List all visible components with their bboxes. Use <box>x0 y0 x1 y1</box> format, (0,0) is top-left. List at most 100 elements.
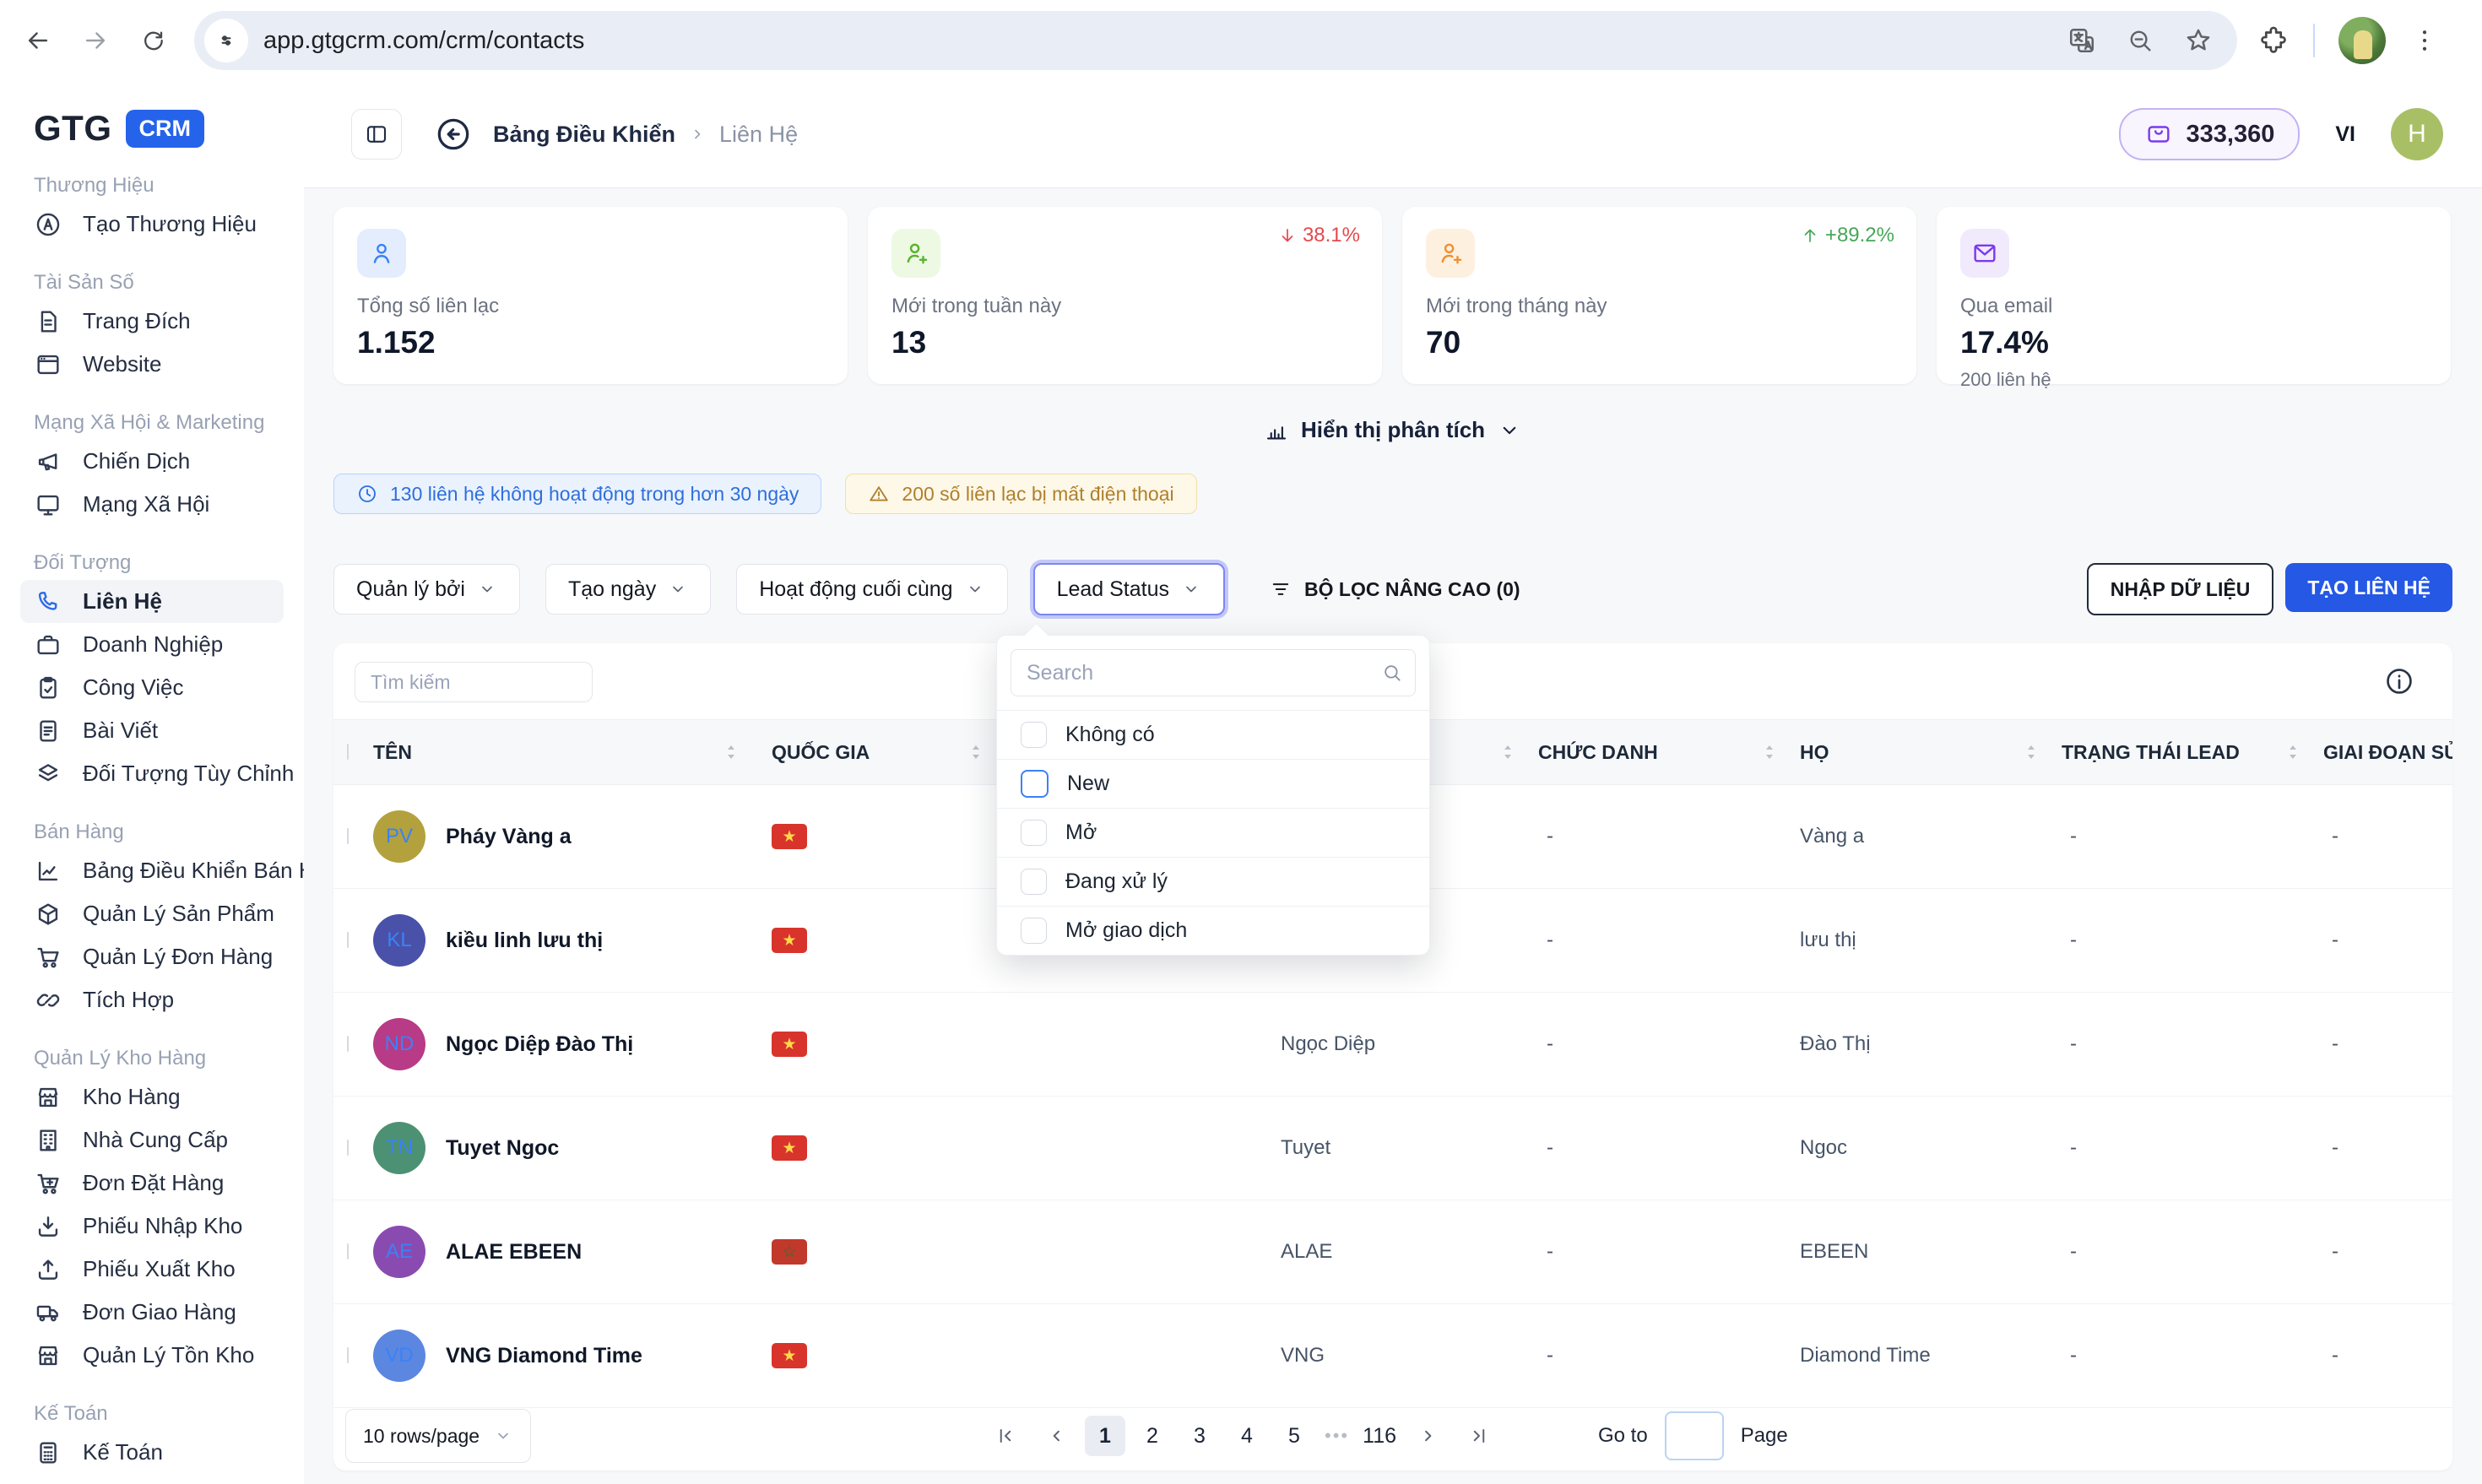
contact-name[interactable]: VNG Diamond Time <box>446 1344 642 1368</box>
filter-lead-status[interactable]: Lead Status <box>1033 563 1225 615</box>
sidebar-item-goods-receipt[interactable]: Phiếu Nhập Kho <box>20 1205 284 1248</box>
sidebar-item-einvoice[interactable]: Hóa Đơn Điện Tử <box>20 1474 284 1484</box>
table-row[interactable]: ND Ngọc Diệp Đào Thị ★ Ngọc Diệp - Đào T… <box>333 993 2452 1097</box>
column-header-country[interactable]: QUỐC GIA <box>761 741 1006 764</box>
sidebar-item-social-network[interactable]: Mạng Xã Hội <box>20 483 284 526</box>
table-row[interactable]: TN Tuyet Ngoc ★ Tuyet - Ngoc - - <box>333 1097 2452 1200</box>
sidebar-item-purchase-orders[interactable]: Đơn Đặt Hàng <box>20 1162 284 1205</box>
create-contact-button[interactable]: TẠO LIÊN HỆ <box>2285 563 2452 612</box>
table-row[interactable]: AE ALAE EBEEN ☆ ALAE - EBEEN - - <box>333 1200 2452 1304</box>
sidebar-item-custom-objects[interactable]: Đối Tượng Tùy Chỉnh <box>20 752 284 795</box>
credits-pill[interactable]: 333,360 <box>2119 108 2300 160</box>
column-header-name[interactable]: TÊN <box>373 741 761 764</box>
url-text[interactable]: app.gtgcrm.com/crm/contacts <box>263 27 2067 55</box>
contact-name[interactable]: Ngọc Diệp Đào Thị <box>446 1032 633 1057</box>
sort-icon[interactable] <box>723 741 740 763</box>
sidebar-item-accounting[interactable]: Kế Toán <box>20 1431 284 1474</box>
column-header-title[interactable]: CHỨC DANH <box>1538 741 1800 764</box>
contact-name[interactable]: Tuyet Ngoc <box>446 1136 559 1161</box>
sidebar-item-create-brand[interactable]: Tạo Thương Hiệu <box>20 203 284 246</box>
sidebar-item-suppliers[interactable]: Nhà Cung Cấp <box>20 1118 284 1162</box>
sidebar-item-inventory[interactable]: Quản Lý Tồn Kho <box>20 1334 284 1377</box>
site-info-icon[interactable] <box>204 19 248 62</box>
sidebar-item-delivery-orders[interactable]: Đơn Giao Hàng <box>20 1291 284 1334</box>
column-header-last-name[interactable]: HỌ <box>1800 741 2062 764</box>
sidebar-item-website[interactable]: Website <box>20 343 284 386</box>
sidebar-item-sales-dashboard[interactable]: Bảng Điều Khiển Bán H... <box>20 849 284 892</box>
sort-icon[interactable] <box>967 741 984 763</box>
bookmark-star-icon[interactable] <box>2183 25 2214 56</box>
missing-phone-alert[interactable]: 200 số liên lạc bị mất điện thoại <box>845 474 1196 514</box>
rows-per-page-select[interactable]: 10 rows/page <box>345 1409 531 1463</box>
filter-last-activity[interactable]: Hoạt động cuối cùng <box>736 564 1007 615</box>
option-checkbox[interactable] <box>1021 722 1047 748</box>
sidebar-item-product-management[interactable]: Quản Lý Sản Phẩm <box>20 892 284 935</box>
import-data-button[interactable]: NHẬP DỮ LIỆU <box>2087 563 2274 615</box>
table-row[interactable]: VD VNG Diamond Time ★ VNG - Diamond Time… <box>333 1304 2452 1408</box>
prev-page-button[interactable] <box>1034 1414 1078 1458</box>
breadcrumb-dashboard[interactable]: Bảng Điều Khiển <box>493 122 675 148</box>
sidebar-item-landing-page[interactable]: Trang Đích <box>20 300 284 343</box>
sort-icon[interactable] <box>1499 741 1516 763</box>
info-icon[interactable] <box>2383 665 2415 697</box>
table-search-input[interactable] <box>369 670 622 695</box>
filter-created-date[interactable]: Tạo ngày <box>545 564 711 615</box>
option-checkbox[interactable] <box>1021 918 1047 944</box>
page-number[interactable]: 2 <box>1132 1416 1173 1456</box>
browser-forward-button[interactable] <box>76 21 115 60</box>
sort-icon[interactable] <box>1761 741 1778 763</box>
row-checkbox[interactable] <box>347 932 349 948</box>
goto-page-input[interactable] <box>1665 1411 1724 1460</box>
row-checkbox[interactable] <box>347 828 349 844</box>
dropdown-option-new[interactable]: New <box>997 759 1429 808</box>
contact-name[interactable]: kiều linh lưu thị <box>446 929 603 953</box>
sidebar-item-warehouse[interactable]: Kho Hàng <box>20 1075 284 1118</box>
browser-menu-icon[interactable] <box>2409 25 2440 56</box>
page-number[interactable]: 4 <box>1227 1416 1267 1456</box>
browser-profile-avatar[interactable] <box>2338 17 2386 64</box>
dropdown-search[interactable] <box>1011 649 1416 696</box>
back-button[interactable] <box>434 115 473 154</box>
browser-back-button[interactable] <box>19 21 57 60</box>
sort-icon[interactable] <box>2284 741 2301 763</box>
last-page-button[interactable] <box>1457 1414 1501 1458</box>
sidebar-item-companies[interactable]: Doanh Nghiệp <box>20 623 284 666</box>
inactive-contacts-alert[interactable]: 130 liên hệ không hoạt động trong hơn 30… <box>333 474 821 514</box>
dropdown-option-processing[interactable]: Đang xử lý <box>997 857 1429 906</box>
next-page-button[interactable] <box>1406 1414 1450 1458</box>
user-avatar[interactable]: H <box>2391 108 2443 160</box>
page-number[interactable]: 1 <box>1085 1416 1125 1456</box>
browser-reload-button[interactable] <box>133 21 172 60</box>
show-analytics-toggle[interactable]: Hiển thị phân tích <box>1264 417 1522 443</box>
option-checkbox[interactable] <box>1021 770 1049 798</box>
sidebar-item-order-management[interactable]: Quản Lý Đơn Hàng <box>20 935 284 978</box>
contact-name[interactable]: ALAE EBEEN <box>446 1240 582 1265</box>
option-checkbox[interactable] <box>1021 820 1047 846</box>
extensions-icon[interactable] <box>2257 24 2290 57</box>
first-page-button[interactable] <box>984 1414 1027 1458</box>
column-header-lead-status[interactable]: TRẠNG THÁI LEAD <box>2062 741 2323 764</box>
select-all-checkbox[interactable] <box>347 744 349 760</box>
row-checkbox[interactable] <box>347 1243 349 1259</box>
zoom-out-icon[interactable] <box>2126 26 2154 55</box>
sort-icon[interactable] <box>2023 741 2040 763</box>
page-number[interactable]: 5 <box>1274 1416 1314 1456</box>
sidebar-item-articles[interactable]: Bài Viết <box>20 709 284 752</box>
advanced-filter-button[interactable]: BỘ LỌC NÂNG CAO (0) <box>1269 577 1520 601</box>
sidebar-item-integrations[interactable]: Tích Hợp <box>20 978 284 1021</box>
column-header-lifecycle[interactable]: GIAI ĐOẠN SỬ DỤNG <box>2323 741 2452 764</box>
dropdown-search-input[interactable] <box>1025 660 1381 686</box>
dropdown-option-none[interactable]: Không có <box>997 710 1429 759</box>
dropdown-option-open-deal[interactable]: Mở giao dịch <box>997 906 1429 955</box>
row-checkbox[interactable] <box>347 1347 349 1363</box>
language-switcher[interactable]: VI <box>2335 122 2355 147</box>
row-checkbox[interactable] <box>347 1036 349 1052</box>
app-logo[interactable]: GTG CRM <box>34 108 304 149</box>
filter-managed-by[interactable]: Quản lý bởi <box>333 564 520 615</box>
address-bar[interactable]: app.gtgcrm.com/crm/contacts <box>194 11 2237 70</box>
page-number[interactable]: 3 <box>1179 1416 1220 1456</box>
translate-icon[interactable] <box>2067 25 2097 56</box>
sidebar-item-goods-issue[interactable]: Phiếu Xuất Kho <box>20 1248 284 1291</box>
sidebar-item-campaign[interactable]: Chiến Dịch <box>20 440 284 483</box>
sidebar-toggle-button[interactable] <box>351 109 402 160</box>
